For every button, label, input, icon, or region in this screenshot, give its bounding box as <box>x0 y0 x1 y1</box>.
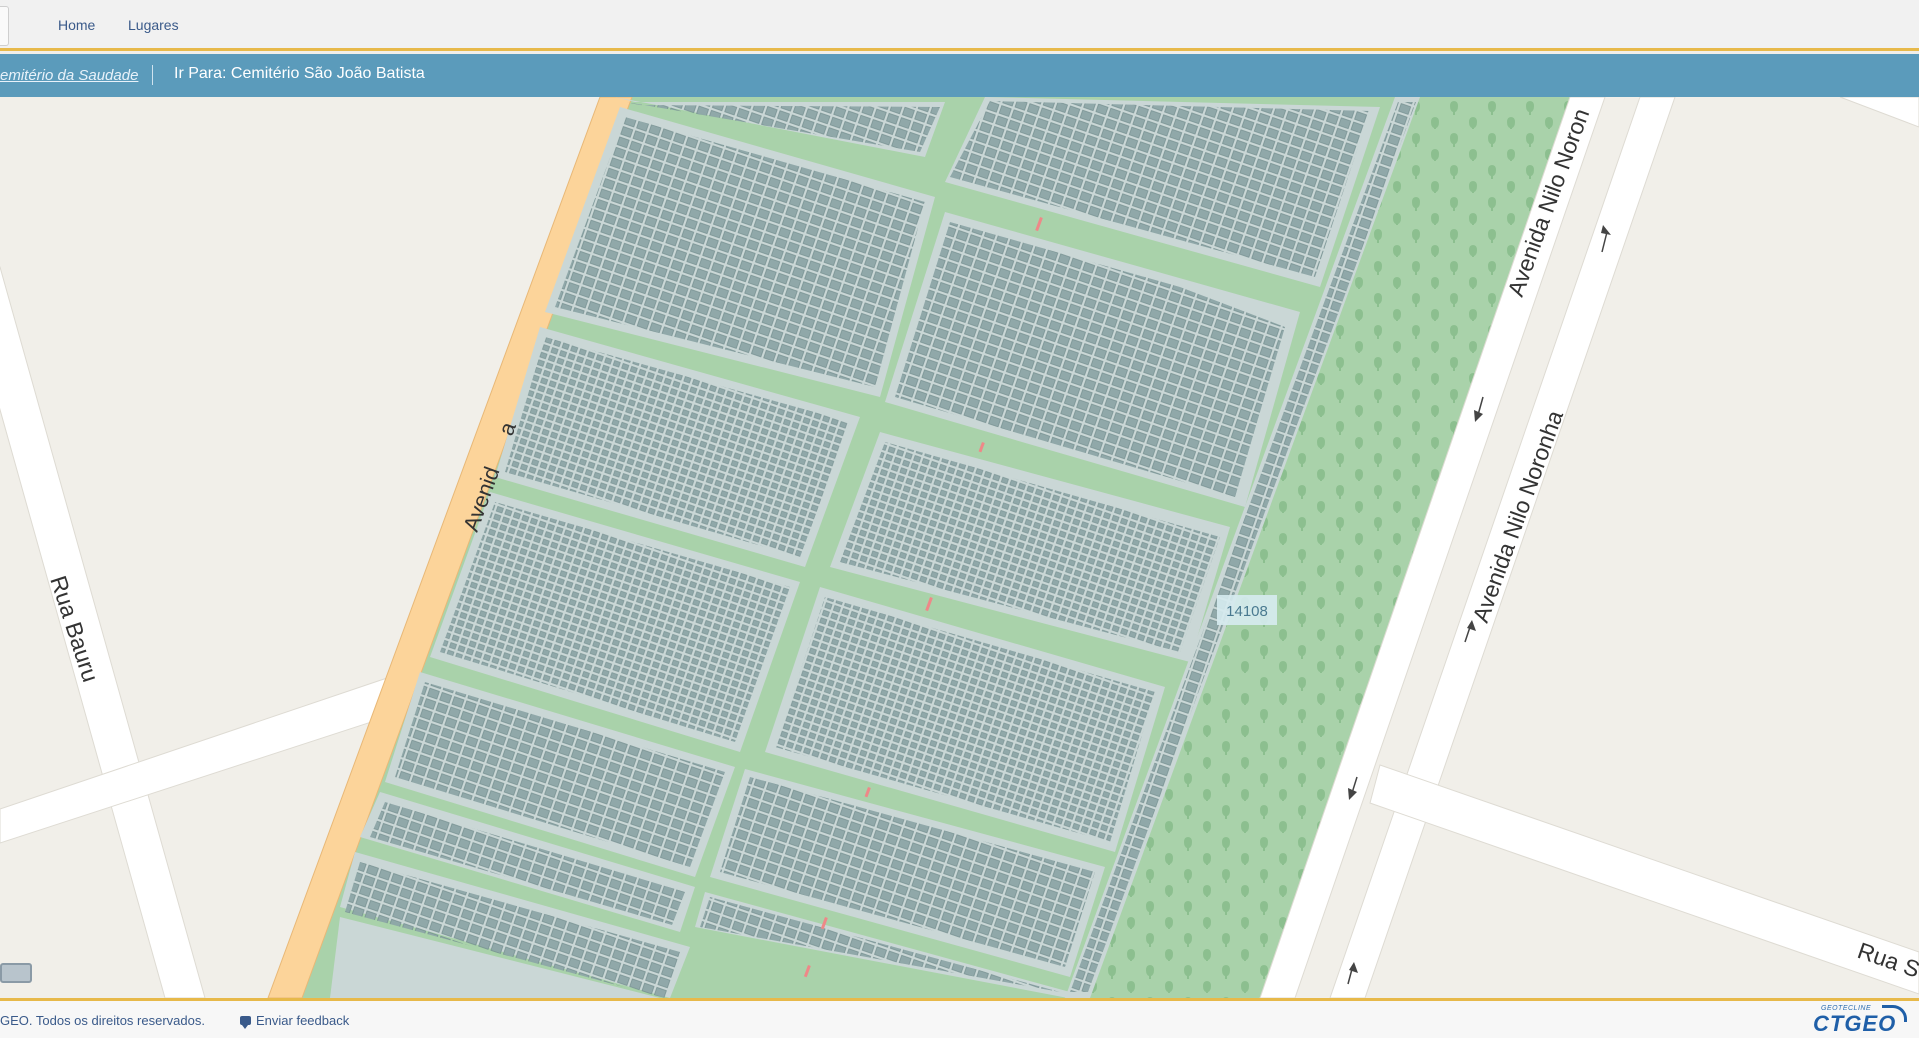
footer-copyright: GEO. Todos os direitos reservados. <box>0 1013 205 1028</box>
breadcrumb-bar: emitério da Saudade Ir Para: Cemitério S… <box>0 54 1919 97</box>
ctgeo-logo: GEOTECLINE CTGEO <box>1813 1005 1909 1036</box>
map-scale-control[interactable] <box>0 963 32 983</box>
nav-home-link[interactable]: Home <box>58 17 95 33</box>
map-svg[interactable]: Rua Bauru Avenida Nilo Noron Avenida Nil… <box>0 97 1919 998</box>
goto-cemetery-link[interactable]: Ir Para: Cemitério São João Batista <box>174 65 425 83</box>
feedback-link[interactable]: Enviar feedback <box>240 1013 350 1029</box>
breadcrumb-current-link[interactable]: emitério da Saudade <box>0 67 138 84</box>
map-canvas[interactable]: Rua Bauru Avenida Nilo Noron Avenida Nil… <box>0 97 1919 998</box>
menu-toggle[interactable] <box>0 6 9 46</box>
top-navbar: Home Lugares <box>0 0 1919 51</box>
chat-bubble-icon <box>240 1016 251 1029</box>
breadcrumb-separator <box>152 65 153 85</box>
parcel-label[interactable]: 14108 <box>1226 603 1268 620</box>
feedback-label: Enviar feedback <box>256 1013 350 1028</box>
footer: GEO. Todos os direitos reservados. Envia… <box>0 998 1919 1038</box>
nav-places-link[interactable]: Lugares <box>128 17 179 33</box>
logo-arc-icon <box>1882 1005 1907 1022</box>
